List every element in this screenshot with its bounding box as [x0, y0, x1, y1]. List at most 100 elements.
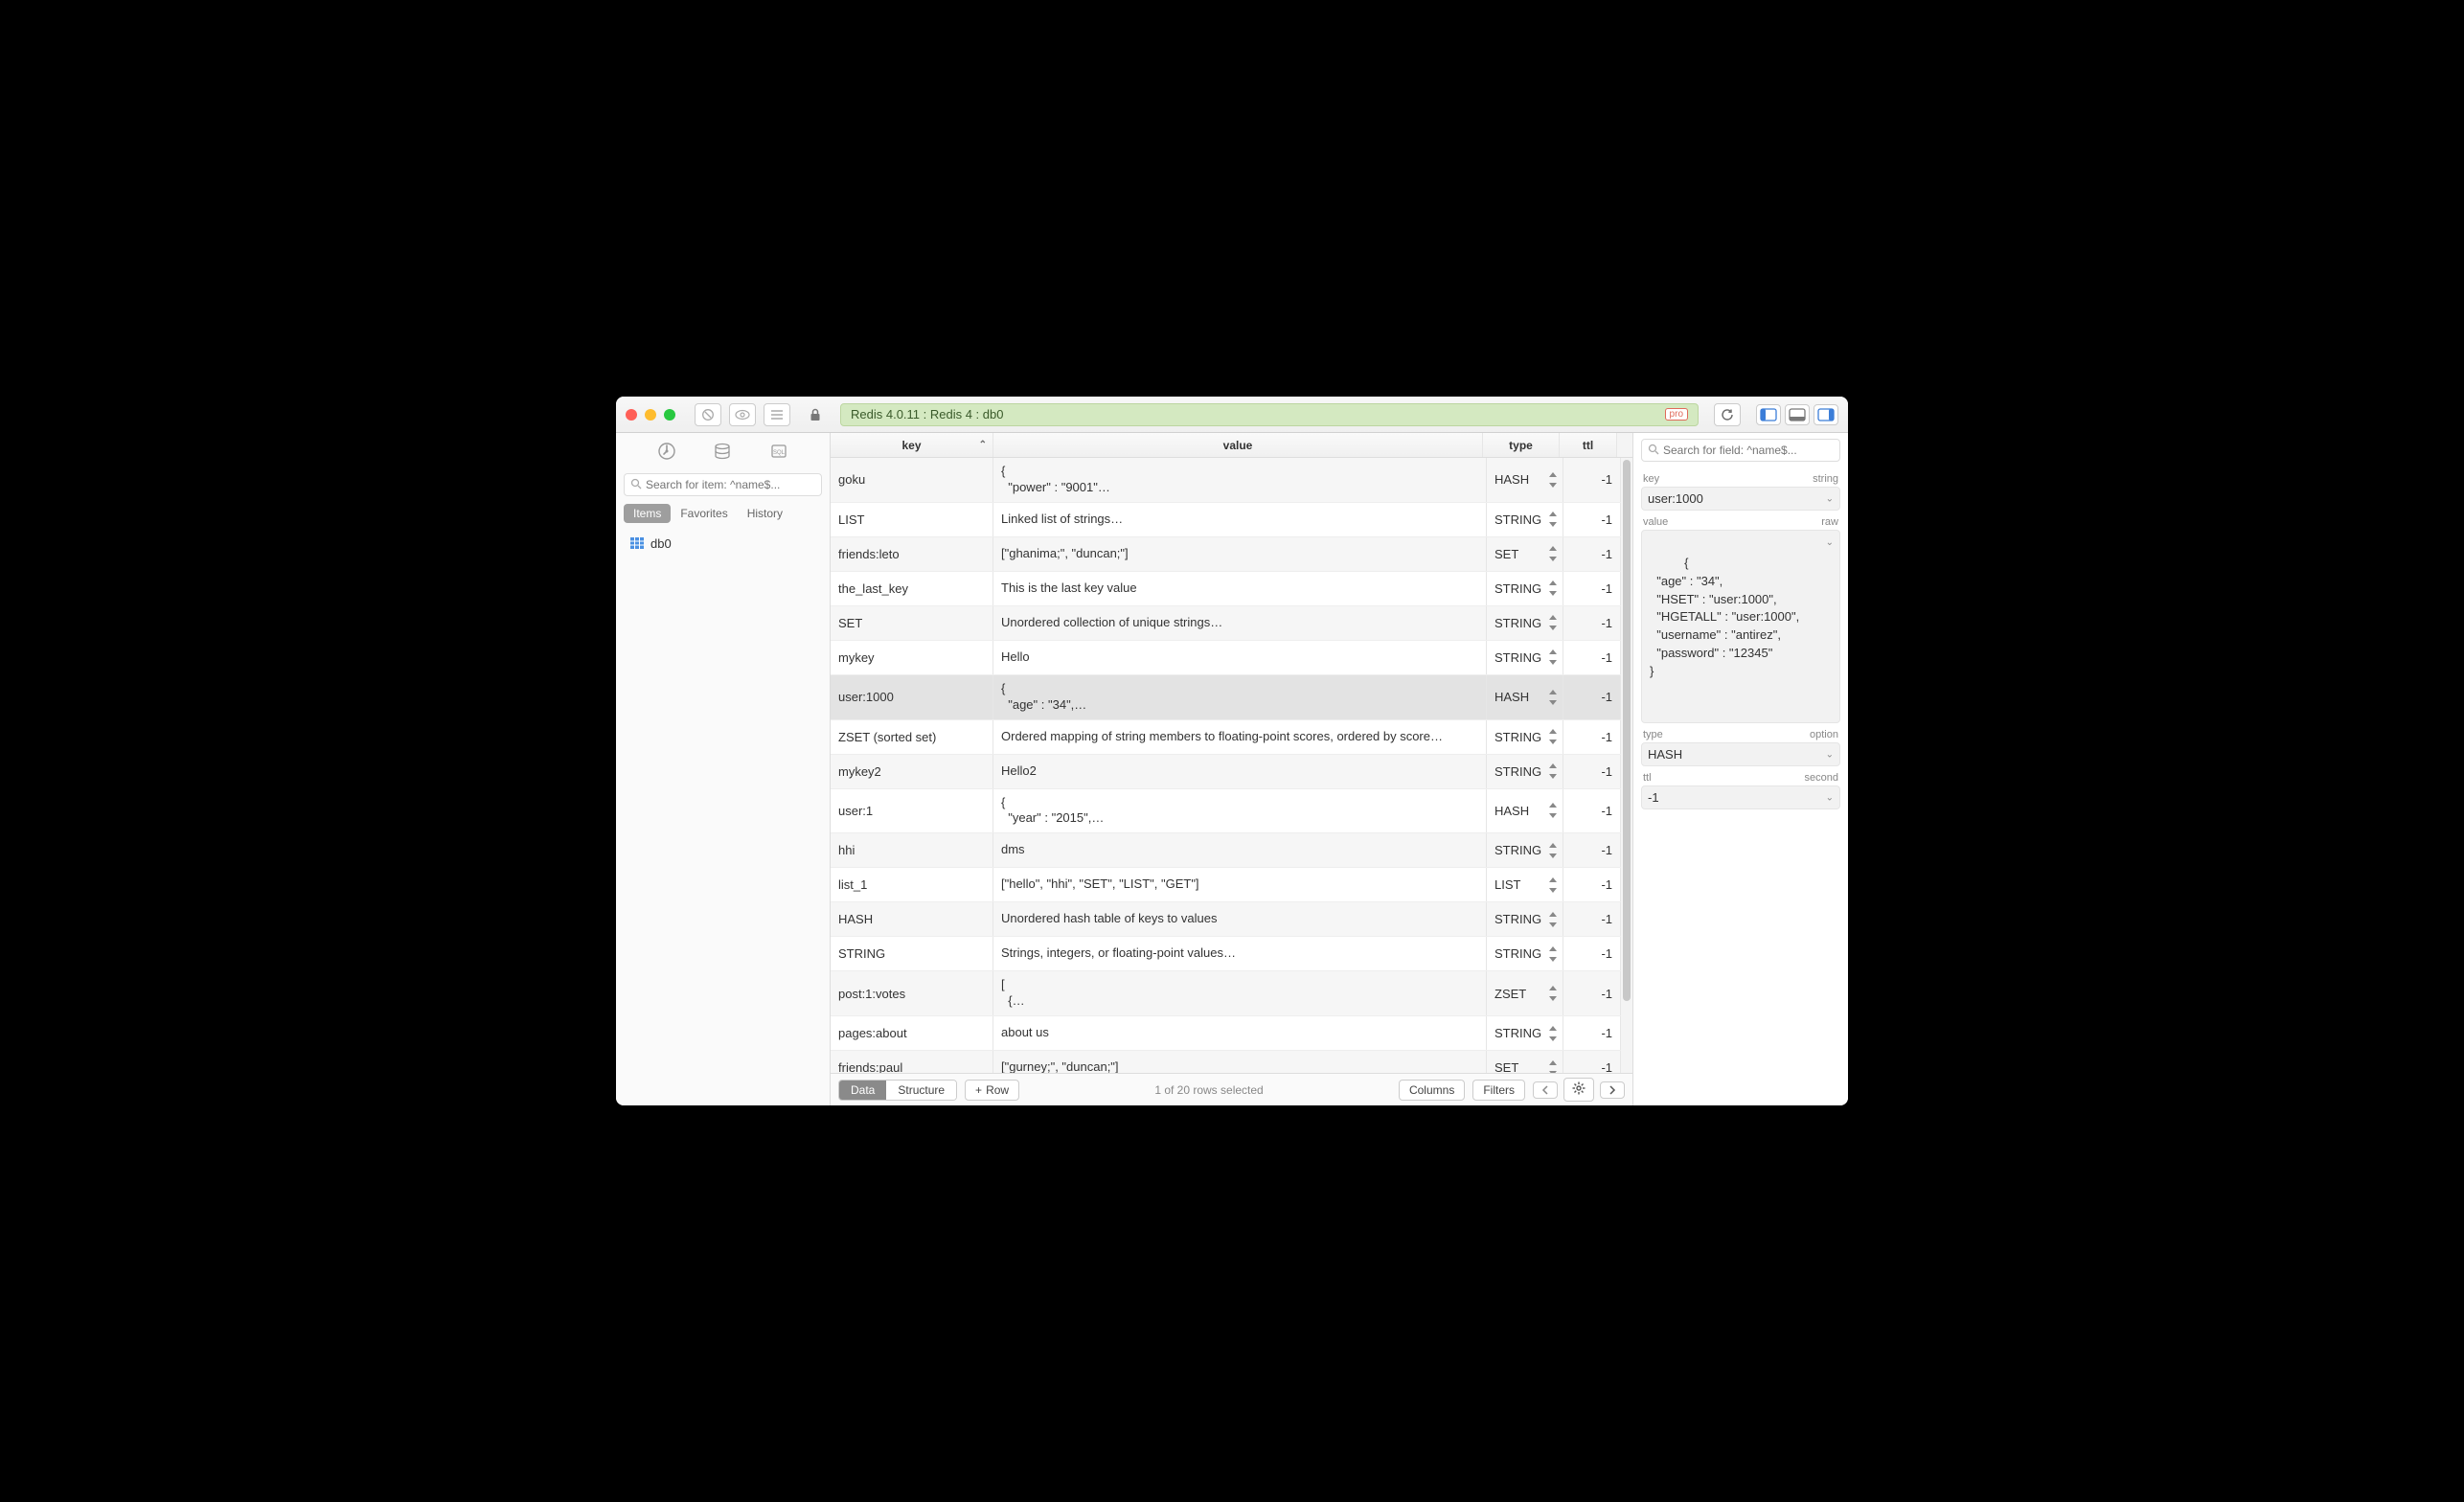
table-row[interactable]: goku{ "power" : "9001"…HASH-1: [831, 458, 1621, 503]
view-data-button[interactable]: Data: [839, 1081, 886, 1100]
filters-button[interactable]: Filters: [1472, 1080, 1525, 1101]
cell-value[interactable]: ["ghanima;", "duncan;"]: [993, 537, 1487, 571]
cell-ttl[interactable]: -1: [1563, 458, 1621, 502]
table-row[interactable]: ZSET (sorted set)Ordered mapping of stri…: [831, 720, 1621, 755]
table-row[interactable]: user:1{ "year" : "2015",…HASH-1: [831, 789, 1621, 834]
cell-key[interactable]: user:1: [831, 789, 993, 833]
add-row-button[interactable]: + Row: [965, 1080, 1019, 1101]
cell-value[interactable]: about us: [993, 1016, 1487, 1050]
cell-ttl[interactable]: -1: [1563, 937, 1621, 970]
type-stepper-icon[interactable]: [1547, 649, 1559, 666]
cell-value[interactable]: Linked list of strings…: [993, 503, 1487, 536]
cell-value[interactable]: dms: [993, 833, 1487, 867]
inspector-value-field[interactable]: { "age" : "34", "HSET" : "user:1000", "H…: [1641, 530, 1840, 723]
zoom-window-button[interactable]: [664, 409, 675, 421]
cell-key[interactable]: the_last_key: [831, 572, 993, 605]
type-stepper-icon[interactable]: [1547, 614, 1559, 631]
table-row[interactable]: post:1:votes[ {…ZSET-1: [831, 971, 1621, 1016]
type-stepper-icon[interactable]: [1547, 728, 1559, 745]
type-stepper-icon[interactable]: [1547, 762, 1559, 780]
cell-key[interactable]: goku: [831, 458, 993, 502]
cell-ttl[interactable]: -1: [1563, 1051, 1621, 1073]
table-row[interactable]: friends:leto["ghanima;", "duncan;"]SET-1: [831, 537, 1621, 572]
cell-type[interactable]: SET: [1487, 537, 1563, 571]
table-row[interactable]: friends:paul["gurney;", "duncan;"]SET-1: [831, 1051, 1621, 1073]
cell-ttl[interactable]: -1: [1563, 789, 1621, 833]
cell-key[interactable]: ZSET (sorted set): [831, 720, 993, 754]
cell-type[interactable]: STRING: [1487, 1016, 1563, 1050]
stop-button[interactable]: [695, 403, 721, 426]
toggle-left-panel-button[interactable]: [1756, 404, 1781, 425]
cell-key[interactable]: pages:about: [831, 1016, 993, 1050]
next-page-button[interactable]: [1600, 1081, 1625, 1099]
cell-value[interactable]: Ordered mapping of string members to flo…: [993, 720, 1487, 754]
list-button[interactable]: [764, 403, 790, 426]
connection-path[interactable]: Redis 4.0.11 : Redis 4 : db0 pro: [840, 403, 1699, 426]
type-stepper-icon[interactable]: [1547, 689, 1559, 706]
cell-type[interactable]: SET: [1487, 1051, 1563, 1073]
cell-key[interactable]: HASH: [831, 902, 993, 936]
cell-type[interactable]: HASH: [1487, 789, 1563, 833]
cell-key[interactable]: hhi: [831, 833, 993, 867]
cell-type[interactable]: STRING: [1487, 937, 1563, 970]
connection-icon[interactable]: [654, 439, 679, 464]
cell-type[interactable]: STRING: [1487, 641, 1563, 674]
table-row[interactable]: SETUnordered collection of unique string…: [831, 606, 1621, 641]
cell-value[interactable]: Unordered collection of unique strings…: [993, 606, 1487, 640]
close-window-button[interactable]: [626, 409, 637, 421]
type-stepper-icon[interactable]: [1547, 1059, 1559, 1073]
column-header-key[interactable]: key ⌃: [831, 433, 993, 457]
table-row[interactable]: LISTLinked list of strings…STRING-1: [831, 503, 1621, 537]
cell-key[interactable]: friends:paul: [831, 1051, 993, 1073]
cell-ttl[interactable]: -1: [1563, 641, 1621, 674]
table-row[interactable]: pages:aboutabout usSTRING-1: [831, 1016, 1621, 1051]
toggle-bottom-panel-button[interactable]: [1785, 404, 1810, 425]
cell-key[interactable]: mykey: [831, 641, 993, 674]
column-header-value[interactable]: value: [993, 433, 1483, 457]
cell-value[interactable]: [ {…: [993, 971, 1487, 1015]
type-stepper-icon[interactable]: [1547, 580, 1559, 597]
cell-type[interactable]: ZSET: [1487, 971, 1563, 1015]
refresh-button[interactable]: [1714, 403, 1741, 426]
type-stepper-icon[interactable]: [1547, 545, 1559, 562]
scrollbar-track[interactable]: [1621, 458, 1632, 1073]
table-row[interactable]: hhidmsSTRING-1: [831, 833, 1621, 868]
table-row[interactable]: HASHUnordered hash table of keys to valu…: [831, 902, 1621, 937]
sidebar-search[interactable]: [624, 473, 822, 496]
minimize-window-button[interactable]: [645, 409, 656, 421]
cell-ttl[interactable]: -1: [1563, 868, 1621, 901]
preview-button[interactable]: [729, 403, 756, 426]
cell-type[interactable]: HASH: [1487, 675, 1563, 719]
cell-ttl[interactable]: -1: [1563, 833, 1621, 867]
cell-type[interactable]: LIST: [1487, 868, 1563, 901]
cell-key[interactable]: user:1000: [831, 675, 993, 719]
type-stepper-icon[interactable]: [1547, 802, 1559, 819]
cell-ttl[interactable]: -1: [1563, 755, 1621, 788]
toggle-right-panel-button[interactable]: [1814, 404, 1838, 425]
tab-history[interactable]: History: [738, 504, 792, 523]
tab-favorites[interactable]: Favorites: [671, 504, 737, 523]
cell-type[interactable]: HASH: [1487, 458, 1563, 502]
cell-type[interactable]: STRING: [1487, 606, 1563, 640]
inspector-search-input[interactable]: [1663, 444, 1834, 457]
tab-items[interactable]: Items: [624, 504, 671, 523]
cell-key[interactable]: friends:leto: [831, 537, 993, 571]
lock-icon[interactable]: [804, 403, 827, 426]
cell-value[interactable]: Strings, integers, or floating-point val…: [993, 937, 1487, 970]
sql-icon[interactable]: SQL: [766, 439, 791, 464]
cell-ttl[interactable]: -1: [1563, 675, 1621, 719]
column-header-ttl[interactable]: ttl: [1560, 433, 1617, 457]
scrollbar-thumb[interactable]: [1623, 460, 1631, 1001]
cell-value[interactable]: ["gurney;", "duncan;"]: [993, 1051, 1487, 1073]
cell-type[interactable]: STRING: [1487, 755, 1563, 788]
inspector-ttl-field[interactable]: -1 ⌄: [1641, 785, 1840, 809]
cell-ttl[interactable]: -1: [1563, 572, 1621, 605]
cell-ttl[interactable]: -1: [1563, 537, 1621, 571]
cell-type[interactable]: STRING: [1487, 833, 1563, 867]
prev-page-button[interactable]: [1533, 1081, 1558, 1099]
cell-key[interactable]: post:1:votes: [831, 971, 993, 1015]
type-stepper-icon[interactable]: [1547, 876, 1559, 894]
type-stepper-icon[interactable]: [1547, 911, 1559, 928]
column-header-type[interactable]: type: [1483, 433, 1560, 457]
cell-ttl[interactable]: -1: [1563, 1016, 1621, 1050]
